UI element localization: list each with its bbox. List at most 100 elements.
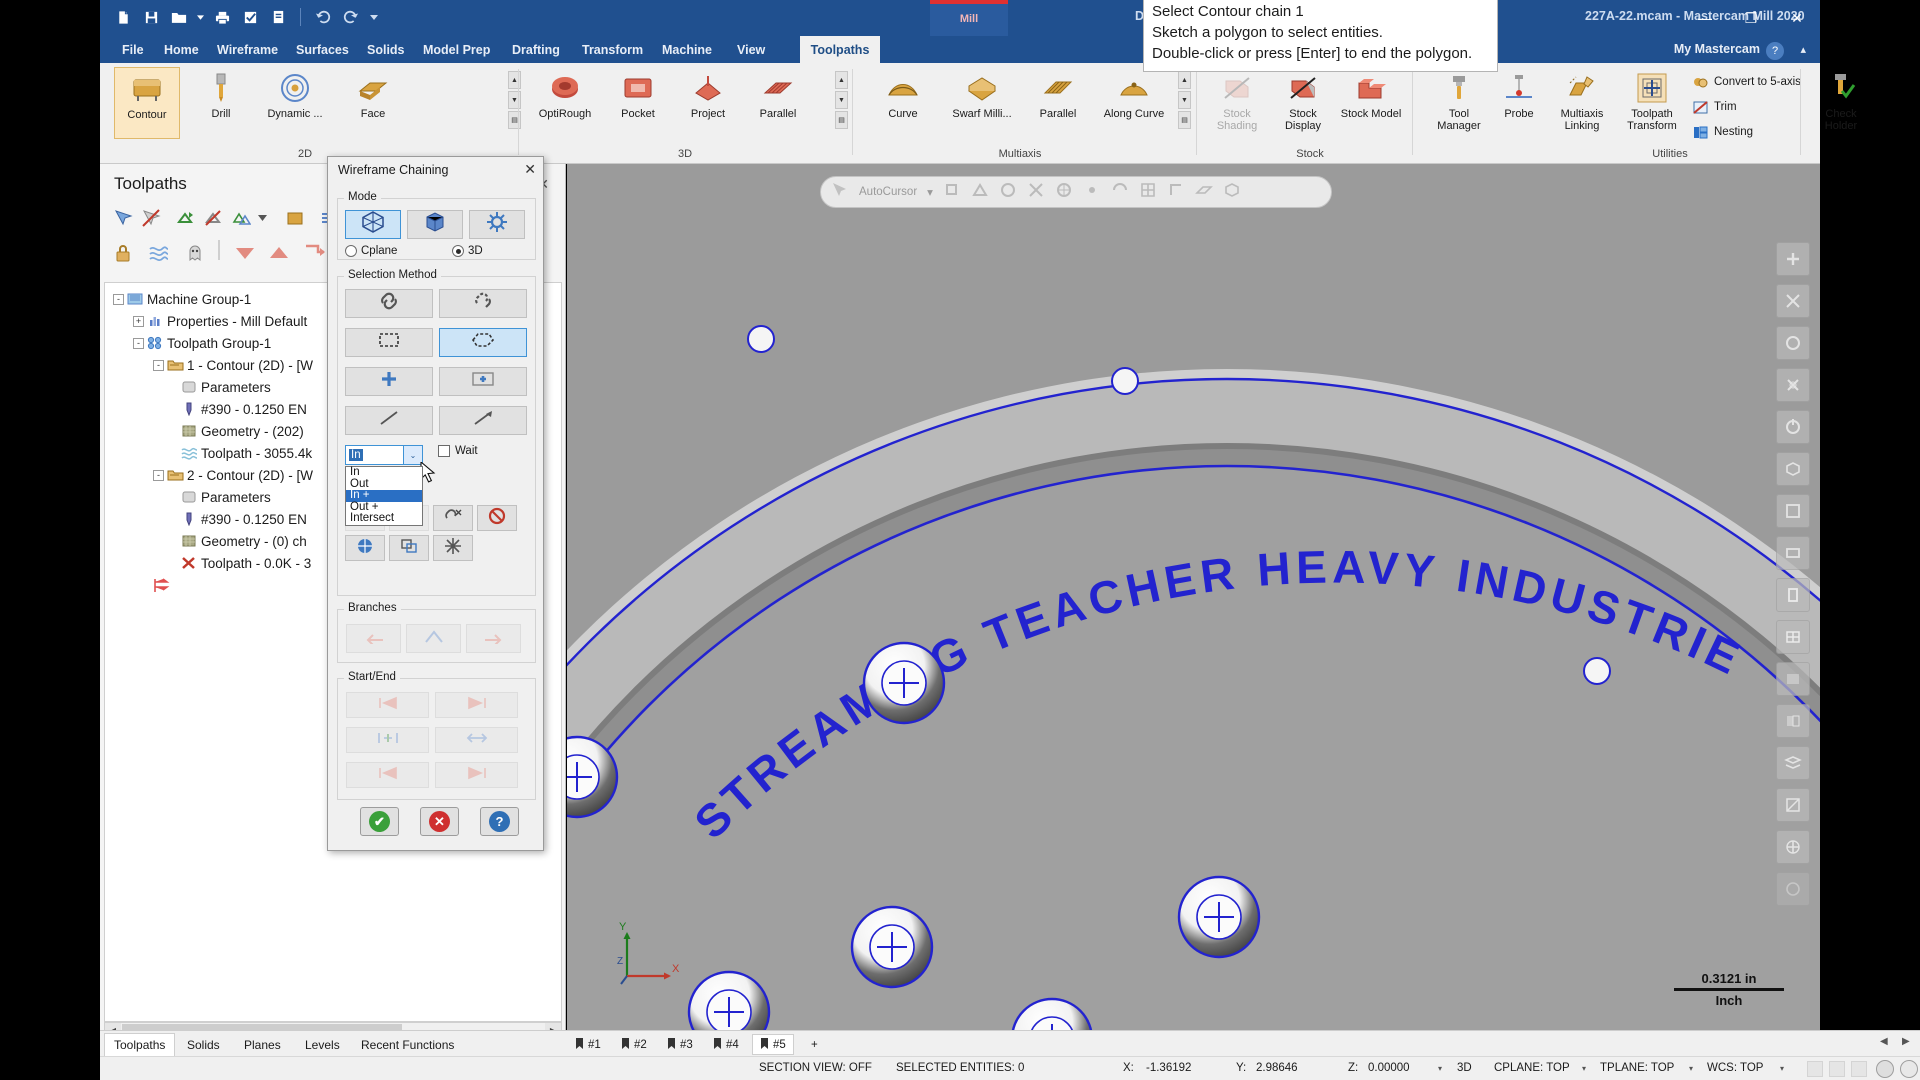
front-view-icon[interactable] — [1776, 536, 1810, 570]
shading-wireframe-icon[interactable] — [1876, 1060, 1894, 1078]
tree-insert-marker[interactable] — [153, 575, 175, 595]
bottom-tab-solids[interactable]: Solids — [178, 1033, 229, 1056]
tree-node-toolpath-2[interactable]: Toolpath - 0.0K - 3 — [181, 553, 311, 573]
ribbon-button-project[interactable]: Project — [675, 67, 741, 139]
tab-transform[interactable]: Transform — [570, 36, 655, 63]
vector-button[interactable] — [439, 406, 527, 435]
surface-snap-icon[interactable] — [1195, 181, 1217, 203]
mask-dropdown-list[interactable]: In Out In + Out + Intersect — [345, 466, 423, 526]
fit-screen-icon[interactable] — [1776, 242, 1810, 276]
tab-solids[interactable]: Solids — [355, 36, 417, 63]
chain-options-button[interactable] — [433, 535, 473, 561]
tree-node-geometry-2[interactable]: Geometry - (0) ch — [181, 531, 307, 551]
3d-more-down-icon[interactable]: ▼ — [835, 91, 848, 109]
verify-icon[interactable] — [239, 6, 261, 28]
2d-more-expand-icon[interactable]: ▤ — [508, 111, 521, 129]
2d-more-down-icon[interactable]: ▼ — [508, 91, 521, 109]
intersection-snap-icon[interactable] — [1027, 181, 1049, 203]
regenerate-all-icon[interactable] — [228, 205, 254, 231]
redo-icon[interactable] — [340, 6, 362, 28]
move-down-icon[interactable] — [232, 240, 258, 266]
coordinate-dropdown-icon[interactable]: ▾ — [1438, 1064, 1442, 1073]
end-chain-button[interactable] — [477, 505, 517, 531]
unzoom-icon[interactable] — [1776, 284, 1810, 318]
tree-node-toolpath-1[interactable]: Toolpath - 3055.4k — [181, 443, 312, 463]
mask-combo[interactable]: In ⌄ — [345, 445, 423, 465]
cplane-radio-dot[interactable] — [345, 245, 357, 257]
single-line-button[interactable] — [345, 406, 433, 435]
solid-mode-button[interactable] — [407, 210, 463, 239]
toolpath-dropdown-icon[interactable] — [256, 205, 268, 231]
wireframe-mode-button[interactable] — [345, 210, 401, 239]
tplane-dropdown-icon[interactable]: ▾ — [1689, 1064, 1693, 1073]
bottom-tab-recent-functions[interactable]: Recent Functions — [352, 1033, 463, 1056]
chevron-down-icon[interactable]: ⌄ — [403, 446, 422, 464]
ribbon-button-curve[interactable]: Curve — [870, 67, 936, 139]
multiaxis-more-down-icon[interactable]: ▼ — [1178, 91, 1191, 109]
add-view-tab-button[interactable]: + — [804, 1034, 825, 1055]
chain-button[interactable] — [345, 289, 433, 318]
tree-expander[interactable]: + — [133, 315, 144, 327]
autocursor-dropdown-icon[interactable]: ▾ — [927, 185, 933, 199]
partial-chain-button[interactable] — [439, 289, 527, 318]
tree-expander[interactable]: - — [113, 293, 124, 305]
tree-node-operation-1[interactable]: - 1 - Contour (2D) - [W — [153, 355, 313, 375]
wait-checkbox-box[interactable] — [438, 445, 450, 457]
start-prev-button[interactable] — [346, 762, 429, 788]
shaded-display-icon[interactable] — [1776, 662, 1810, 696]
bottom-tab-planes[interactable]: Planes — [235, 1033, 290, 1056]
close-button[interactable]: ✕ — [1774, 0, 1820, 36]
view-tab-5[interactable]: #5 — [752, 1034, 794, 1055]
view-mode-status[interactable]: 3D — [1457, 1062, 1472, 1074]
tree-node-parameters-2[interactable]: Parameters — [181, 487, 271, 507]
branch-previous-button[interactable] — [346, 624, 401, 653]
undo-icon[interactable] — [312, 6, 334, 28]
toggle-posting-icon[interactable] — [146, 240, 172, 266]
ribbon-button-stock-shading[interactable]: Stock Shading — [1206, 67, 1268, 139]
ribbon-button-trim[interactable]: Trim — [1692, 96, 1737, 118]
tree-node-parameters-1[interactable]: Parameters — [181, 377, 271, 397]
3d-more-expand-icon[interactable]: ▤ — [835, 111, 848, 129]
select-none-toolpaths-icon[interactable] — [138, 205, 164, 231]
cancel-button[interactable]: ✕ — [420, 807, 459, 836]
deselect-button[interactable] — [433, 505, 473, 531]
tab-nav-prev-icon[interactable]: ◀ — [1880, 1036, 1888, 1047]
zoom-window-icon[interactable] — [1776, 326, 1810, 360]
chaining-options-button[interactable] — [469, 210, 525, 239]
minimize-button[interactable]: — — [1682, 0, 1728, 36]
tab-view[interactable]: View — [725, 36, 777, 63]
cplane-status[interactable]: CPLANE: TOP — [1494, 1062, 1570, 1074]
tree-node-tool-2[interactable]: #390 - 0.1250 EN — [181, 509, 307, 529]
all-button[interactable] — [345, 535, 385, 561]
3d-radio-dot[interactable] — [452, 245, 464, 257]
wcs-dropdown-icon[interactable]: ▾ — [1780, 1064, 1784, 1073]
autocursor-settings-icon[interactable] — [831, 181, 853, 203]
regenerate-invalid-icon[interactable] — [200, 205, 226, 231]
move-up-icon[interactable] — [266, 240, 292, 266]
ribbon-button-parallel-3d[interactable]: Parallel — [745, 67, 811, 139]
tree-expander[interactable]: - — [153, 469, 164, 481]
nearest-snap-icon[interactable] — [1111, 181, 1133, 203]
zoom-target-icon[interactable] — [1776, 368, 1810, 402]
wcs-status[interactable]: WCS: TOP — [1707, 1062, 1763, 1074]
ribbon-button-multiaxis-linking[interactable]: Multiaxis Linking — [1548, 67, 1616, 139]
ribbon-button-toolpath-transform[interactable]: Toolpath Transform — [1618, 67, 1686, 139]
display-option-3-icon[interactable] — [1851, 1061, 1867, 1077]
multiaxis-more-expand-icon[interactable]: ▤ — [1178, 111, 1191, 129]
bottom-tab-toolpaths[interactable]: Toolpaths — [104, 1033, 176, 1056]
ribbon-button-swarf-milling[interactable]: Swarf Milli... — [942, 67, 1022, 139]
top-view-icon[interactable] — [1776, 494, 1810, 528]
branch-select-button[interactable] — [406, 624, 461, 653]
post-icon[interactable] — [267, 6, 289, 28]
tab-wireframe[interactable]: Wireframe — [205, 36, 290, 63]
end-last-button[interactable] — [435, 692, 518, 718]
ribbon-button-stock-display[interactable]: Stock Display — [1272, 67, 1334, 139]
ribbon-button-convert-to-5-axis[interactable]: Convert to 5-axis — [1692, 71, 1801, 93]
solid-snap-icon[interactable] — [1223, 181, 1245, 203]
3d-more-up-icon[interactable]: ▲ — [835, 71, 848, 89]
cplane-radio[interactable]: Cplane — [345, 245, 397, 257]
my-mastercam-link[interactable]: My Mastercam — [1674, 42, 1760, 56]
tplane-status[interactable]: TPLANE: TOP — [1600, 1062, 1674, 1074]
tab-model-prep[interactable]: Model Prep — [411, 36, 502, 63]
wireframe-chaining-dialog[interactable]: Wireframe Chaining ✕ Mode Cplane 3D Sele… — [327, 156, 544, 851]
